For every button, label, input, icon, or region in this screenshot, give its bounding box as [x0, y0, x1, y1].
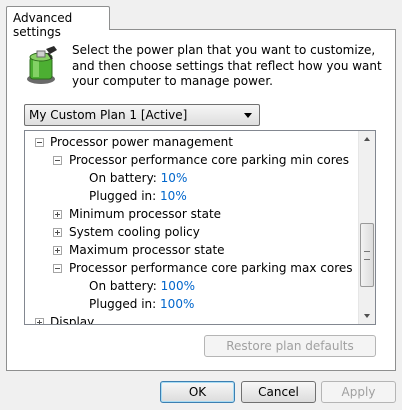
apply-button[interactable]: Apply — [321, 381, 396, 403]
ok-button[interactable]: OK — [160, 381, 235, 403]
setting-min-on-battery[interactable]: On battery: 10% — [89, 169, 187, 187]
collapse-icon[interactable] — [53, 264, 62, 273]
collapse-icon[interactable] — [35, 138, 44, 147]
tree-item-min-processor-state[interactable]: Minimum processor state — [53, 205, 221, 223]
tree-item-processor-power-management[interactable]: Processor power management — [35, 133, 233, 151]
tree-item-parking-min-cores[interactable]: Processor performance core parking min c… — [53, 151, 349, 169]
expand-icon[interactable] — [53, 246, 62, 255]
expand-icon[interactable] — [53, 228, 62, 237]
expand-icon[interactable] — [53, 210, 62, 219]
scroll-up-arrow-icon[interactable] — [359, 131, 375, 148]
tree-item-max-processor-state[interactable]: Maximum processor state — [53, 241, 225, 259]
power-plan-dropdown[interactable]: My Custom Plan 1 [Active] — [24, 104, 260, 126]
min-plugged-in-value[interactable]: 10% — [160, 189, 187, 203]
tab-advanced-settings[interactable]: Advanced settings — [6, 6, 110, 39]
expand-icon[interactable] — [35, 318, 44, 324]
restore-plan-defaults-button[interactable]: Restore plan defaults — [204, 335, 376, 357]
setting-min-plugged-in[interactable]: Plugged in: 10% — [89, 187, 187, 205]
cancel-button[interactable]: Cancel — [241, 381, 316, 403]
battery-power-icon — [27, 46, 57, 84]
settings-tree[interactable]: Processor power management Processor per… — [24, 130, 376, 325]
tree-item-system-cooling-policy[interactable]: System cooling policy — [53, 223, 200, 241]
tree-scrollbar[interactable] — [358, 131, 375, 324]
max-plugged-in-value[interactable]: 100% — [160, 297, 194, 311]
scroll-down-arrow-icon[interactable] — [359, 307, 375, 324]
tree-item-parking-max-cores[interactable]: Processor performance core parking max c… — [53, 259, 353, 277]
min-on-battery-value[interactable]: 10% — [161, 171, 188, 185]
tree-item-display[interactable]: Display — [35, 313, 94, 324]
power-plan-value: My Custom Plan 1 [Active] — [29, 108, 188, 122]
max-on-battery-value[interactable]: 100% — [161, 279, 195, 293]
intro-text: Select the power plan that you want to c… — [72, 43, 382, 88]
setting-max-on-battery[interactable]: On battery: 100% — [89, 277, 195, 295]
scrollbar-thumb[interactable] — [360, 223, 374, 287]
setting-max-plugged-in[interactable]: Plugged in: 100% — [89, 295, 194, 313]
collapse-icon[interactable] — [53, 156, 62, 165]
chevron-down-icon — [244, 113, 252, 118]
